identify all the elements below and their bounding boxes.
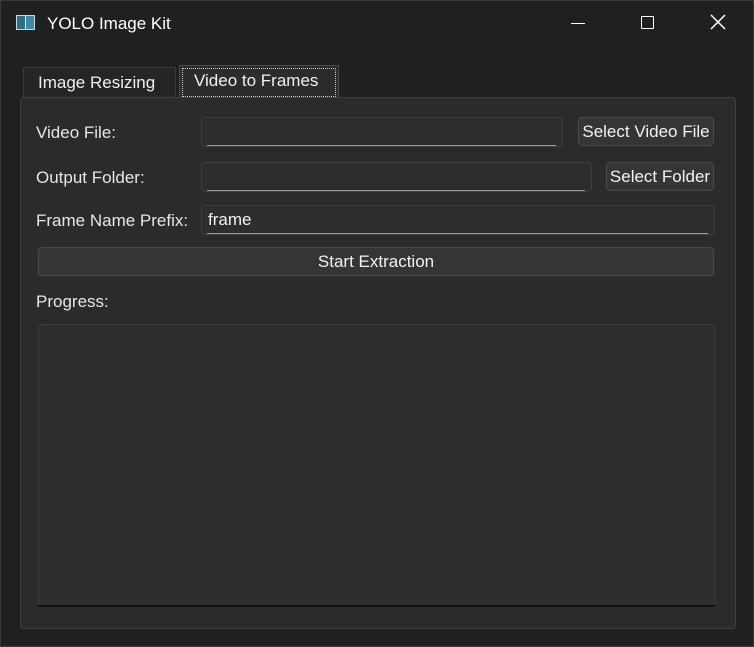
app-window-icon <box>16 15 35 30</box>
maximize-icon <box>641 16 654 29</box>
close-icon <box>710 14 726 30</box>
select-folder-button[interactable]: Select Folder <box>606 162 714 191</box>
select-video-file-button[interactable]: Select Video File <box>578 117 714 146</box>
output-folder-label: Output Folder: <box>36 168 145 187</box>
start-extraction-button[interactable]: Start Extraction <box>38 247 714 276</box>
progress-log-textarea[interactable] <box>38 324 715 607</box>
frame-name-prefix-label: Frame Name Prefix: <box>36 211 189 230</box>
title-bar[interactable]: YOLO Image Kit <box>1 1 753 47</box>
input-underline <box>207 233 708 234</box>
video-file-input[interactable] <box>201 117 563 147</box>
minimize-icon <box>571 23 585 24</box>
frame-name-prefix-input[interactable]: frame <box>201 205 715 235</box>
minimize-button[interactable] <box>543 1 613 47</box>
tab-image-resizing[interactable]: Image Resizing <box>23 67 176 98</box>
progress-label: Progress: <box>36 292 109 311</box>
app-window: YOLO Image Kit Image Resizing Video to F… <box>0 0 754 647</box>
close-button[interactable] <box>682 1 752 47</box>
maximize-button[interactable] <box>612 1 682 47</box>
frame-name-prefix-value: frame <box>208 210 252 229</box>
input-underline <box>207 145 556 146</box>
video-file-label: Video File: <box>36 123 117 142</box>
input-underline <box>207 190 585 191</box>
window-title: YOLO Image Kit <box>47 14 171 33</box>
tab-video-to-frames[interactable]: Video to Frames <box>179 65 339 97</box>
textarea-underline <box>38 605 715 607</box>
tab-label: Image Resizing <box>38 73 156 92</box>
tab-label: Video to Frames <box>194 71 319 90</box>
output-folder-input[interactable] <box>201 162 592 192</box>
